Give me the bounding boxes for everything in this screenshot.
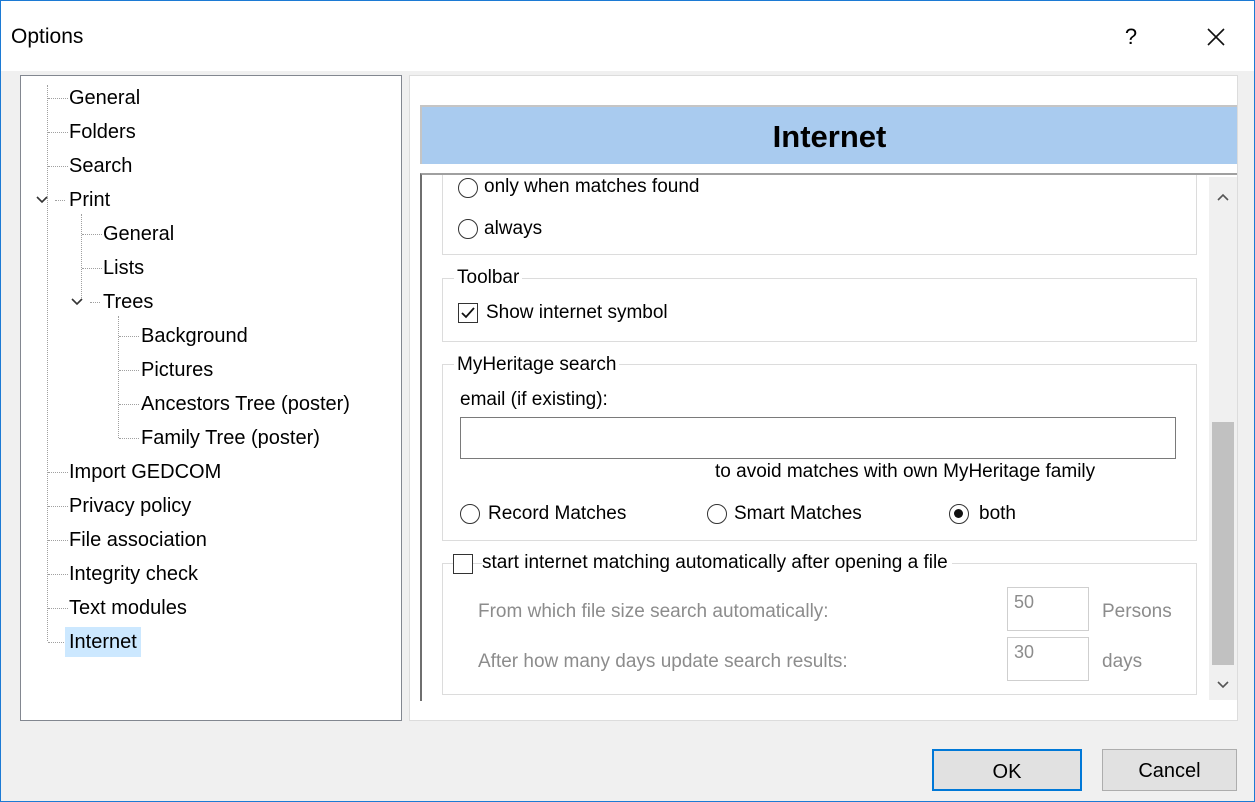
tree-item-label: Folders — [69, 121, 136, 143]
radio-always-label: always — [484, 218, 543, 239]
myheritage-group-title: MyHeritage search — [454, 354, 620, 376]
radio-only-when-matches[interactable] — [458, 178, 478, 198]
tree-item-label: Import GEDCOM — [69, 461, 222, 483]
cancel-button[interactable]: Cancel — [1102, 749, 1237, 791]
radio-smart-matches-label: Smart Matches — [734, 503, 862, 524]
show-internet-symbol-checkbox[interactable] — [458, 303, 478, 323]
tree-item-label: Print — [69, 189, 111, 211]
close-button[interactable] — [1193, 15, 1239, 59]
tree-item-label: General — [69, 87, 141, 109]
update-days-unit: days — [1102, 651, 1143, 672]
tree-item-label: Lists — [103, 257, 145, 279]
email-label: email (if existing): — [460, 389, 608, 410]
scrollbar-thumb[interactable] — [1212, 422, 1234, 665]
radio-both[interactable] — [949, 504, 969, 524]
chevron-down-icon[interactable] — [70, 287, 84, 328]
tree-item-label: Family Tree (poster) — [141, 427, 320, 449]
tree-item-label: Text modules — [69, 597, 187, 619]
chevron-down-icon[interactable] — [35, 185, 49, 226]
options-tree[interactable]: General Folders Search Print General Lis… — [20, 75, 402, 721]
scroll-up-icon[interactable] — [1209, 189, 1237, 205]
radio-both-label: both — [979, 503, 1016, 524]
file-size-input[interactable]: 50 — [1007, 587, 1089, 631]
options-dialog: Options ? General Folders Search Print G… — [0, 0, 1255, 802]
email-hint: to avoid matches with own MyHeritage fam… — [715, 461, 1096, 482]
tree-item-label: Privacy policy — [69, 495, 192, 517]
show-internet-symbol-label: Show internet symbol — [486, 302, 668, 323]
tree-item-label: Trees — [103, 291, 154, 313]
tree-item-label: Internet — [65, 627, 141, 657]
tree-item-label: Search — [69, 155, 133, 177]
page-title: Internet — [420, 105, 1237, 164]
tree-line — [81, 214, 82, 298]
radio-record-matches[interactable] — [460, 504, 480, 524]
file-size-label: From which file size search automaticall… — [478, 601, 829, 622]
scroll-down-icon[interactable] — [1209, 677, 1237, 693]
update-days-input[interactable]: 30 — [1007, 637, 1089, 681]
help-button[interactable]: ? — [1108, 15, 1154, 59]
tree-item-label: General — [103, 223, 175, 245]
tree-item-label: Ancestors Tree (poster) — [141, 393, 350, 415]
radio-always[interactable] — [458, 219, 478, 239]
window-title: Options — [11, 25, 84, 48]
radio-smart-matches[interactable] — [707, 504, 727, 524]
update-days-label: After how many days update search result… — [478, 651, 848, 672]
tree-item-label: Background — [141, 325, 248, 347]
tree-item-label: Pictures — [141, 359, 214, 381]
tree-line — [47, 85, 48, 641]
tree-item-label: Integrity check — [69, 563, 198, 585]
close-icon — [1207, 28, 1225, 46]
radio-only-when-matches-label: only when matches found — [484, 176, 700, 197]
auto-matching-checkbox[interactable] — [453, 554, 473, 574]
toolbar-group-title: Toolbar — [454, 267, 523, 289]
tree-item-label: File association — [69, 529, 207, 551]
email-field[interactable] — [460, 417, 1176, 459]
ok-button[interactable]: OK — [932, 749, 1082, 791]
radio-record-matches-label: Record Matches — [488, 503, 627, 524]
checkmark-icon — [461, 307, 475, 319]
tree-line — [118, 316, 119, 438]
auto-matching-label: start internet matching automatically af… — [482, 552, 952, 574]
file-size-unit: Persons — [1102, 601, 1172, 622]
title-bar: Options ? — [1, 1, 1254, 71]
vertical-scrollbar[interactable] — [1209, 177, 1237, 700]
settings-scroll-area[interactable]: only when matches found always Toolbar S… — [420, 173, 1237, 701]
